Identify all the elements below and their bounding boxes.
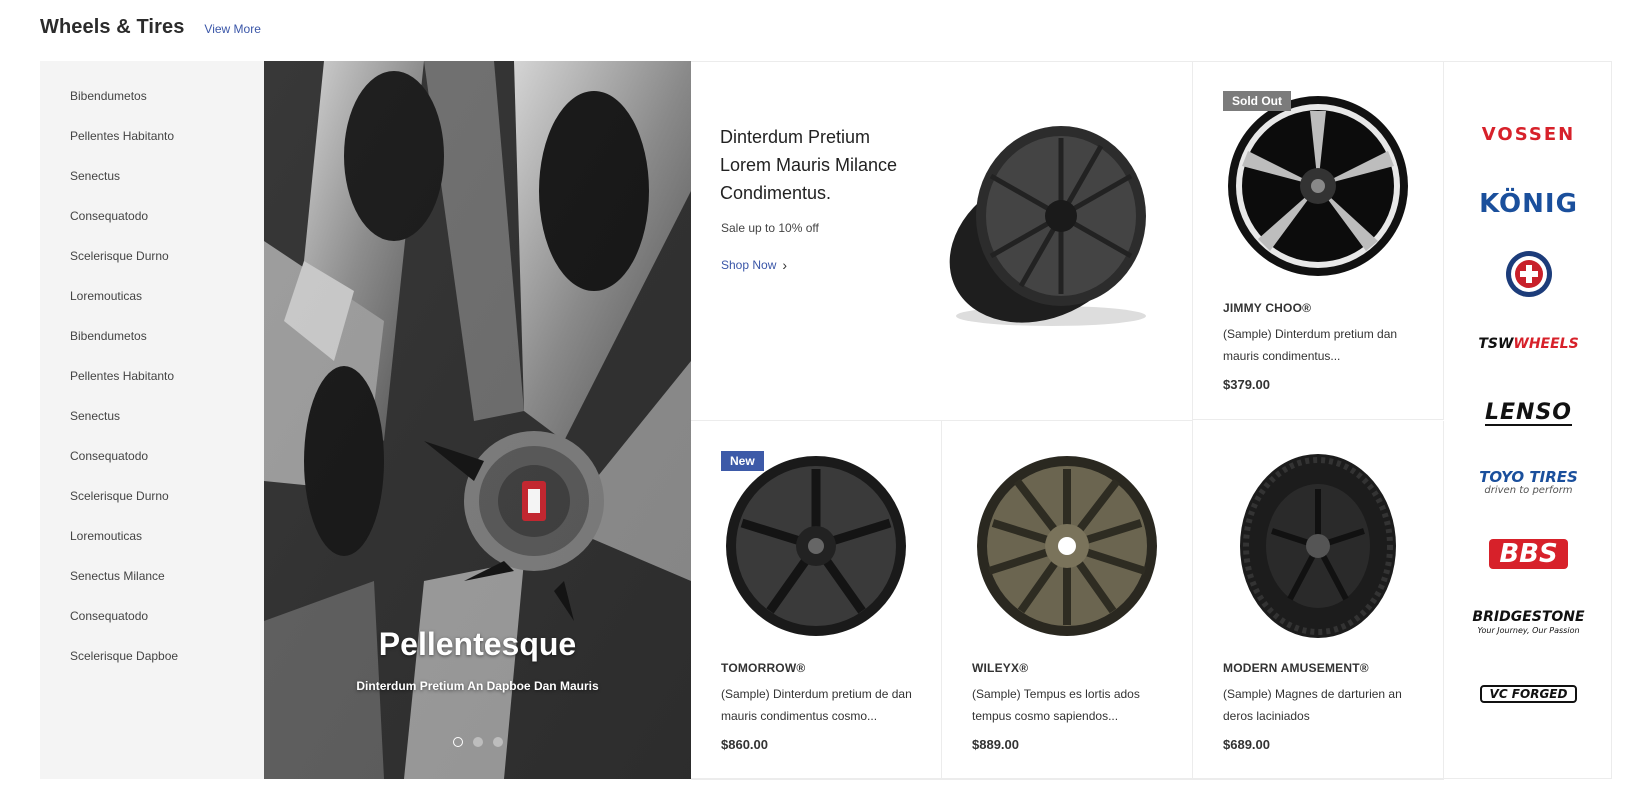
tsw-logo-text: TSWWHEELS (1478, 336, 1578, 352)
konig-logo[interactable]: KÖNIG (1459, 169, 1599, 239)
promo-banner: Dinterdum Pretium Lorem Mauris Milance C… (691, 61, 1193, 421)
promo-title: Dinterdum Pretium Lorem Mauris Milance C… (720, 127, 898, 203)
shop-now-label: Shop Now (721, 258, 777, 272)
bbs-logo-text: BBS (1489, 539, 1568, 569)
sidebar-item[interactable]: Scelerisque Durno (40, 481, 264, 521)
lenso-logo[interactable]: LENSO (1459, 379, 1599, 449)
tsw-logo[interactable]: TSWWHEELS (1459, 309, 1599, 379)
product-brand: TOMORROW® (721, 661, 806, 675)
sidebar-item[interactable]: Pellentes Habitanto (40, 121, 264, 161)
section-title: Wheels & Tires (40, 16, 185, 38)
new-badge: New (721, 451, 764, 471)
product-price: $379.00 (1223, 377, 1270, 392)
sidebar-item[interactable]: Senectus Milance (40, 561, 264, 601)
carousel-dots (264, 737, 691, 747)
bridgestone-logo-text: BRIDGESTONE Your Journey, Our Passion (1472, 609, 1585, 637)
sidebar-item[interactable]: Scelerisque Durno (40, 241, 264, 281)
vossen-logo-text: VOSSEN (1481, 123, 1576, 145)
sidebar-item[interactable]: Consequatodo (40, 441, 264, 481)
vossen-logo[interactable]: VOSSEN (1459, 99, 1599, 169)
promo-wheel-image (949, 126, 1146, 326)
carousel-dot[interactable] (492, 737, 503, 747)
hre-logo[interactable] (1459, 239, 1599, 309)
sidebar-item[interactable]: Scelerisque Dapboe (40, 641, 264, 681)
hero-wheel-image (264, 61, 691, 779)
konig-logo-text: KÖNIG (1479, 189, 1578, 219)
product-brand: WILEYX® (972, 661, 1029, 675)
category-sidebar: Bibendumetos Pellentes Habitanto Senectu… (40, 61, 264, 779)
toyo-logo-tagline: driven to perform (1484, 485, 1573, 496)
chevron-right-icon: › (782, 257, 788, 273)
view-more-link[interactable]: View More (204, 22, 260, 36)
lenso-logo-text: LENSO (1484, 400, 1572, 426)
carousel-dot[interactable] (452, 737, 463, 747)
product-brand: JIMMY CHOO® (1223, 301, 1312, 315)
hero-title: Pellentesque (378, 626, 577, 662)
toyo-tires-logo[interactable]: TOYO TIRES driven to perform (1459, 449, 1599, 519)
promo-subtitle: Sale up to 10% off (721, 221, 819, 235)
sidebar-item[interactable]: Loremouticas (40, 281, 264, 321)
section-header: Wheels & Tires View More (40, 16, 261, 46)
tsw-logo-mark: TSW (1478, 336, 1514, 352)
product-card[interactable]: WILEYX® (Sample) Tempus es lortis ados t… (942, 421, 1193, 780)
product-card[interactable]: New TOMORROW® (Sample) Dinterdum pretium… (691, 421, 942, 780)
sidebar-item[interactable]: Loremouticas (40, 521, 264, 561)
product-price: $860.00 (721, 737, 768, 752)
product-image (977, 456, 1157, 636)
sidebar-item[interactable]: Senectus (40, 161, 264, 201)
sidebar-item[interactable]: Pellentes Habitanto (40, 361, 264, 401)
carousel-dot[interactable] (472, 737, 483, 747)
hero-banner[interactable]: Pellentesque Dinterdum Pretium An Dapboe… (264, 61, 691, 779)
bridgestone-logo-name: BRIDGESTONE (1472, 609, 1585, 625)
product-description[interactable]: (Sample) Dinterdum pretium dan mauris co… (1223, 323, 1423, 367)
brand-logo-column: VOSSEN KÖNIG TSWWHEELS LENSO TOYO TIRES … (1445, 61, 1612, 779)
hero-subtitle: Dinterdum Pretium An Dapboe Dan Mauris (356, 679, 599, 693)
product-price: $689.00 (1223, 737, 1270, 752)
product-description[interactable]: (Sample) Magnes de darturien an deros la… (1223, 683, 1423, 727)
product-image (1228, 96, 1408, 276)
toyo-logo-text: TOYO TIRES driven to perform (1479, 470, 1578, 498)
tsw-logo-wheels: WHEELS (1513, 336, 1579, 352)
sidebar-item[interactable]: Bibendumetos (40, 321, 264, 361)
sold-out-badge: Sold Out (1223, 91, 1291, 111)
sidebar-item[interactable]: Senectus (40, 401, 264, 441)
bridgestone-logo-tagline: Your Journey, Our Passion (1477, 626, 1580, 635)
vc-forged-logo[interactable]: VC FORGED (1459, 659, 1599, 729)
product-card[interactable]: Sold Out JIMMY CHOO® (Sample) Dinterdum … (1193, 61, 1444, 420)
sidebar-item[interactable]: Bibendumetos (40, 81, 264, 121)
shop-now-link[interactable]: Shop Now › (721, 257, 787, 273)
hre-badge-icon (1505, 251, 1552, 297)
product-brand: MODERN AMUSEMENT® (1223, 661, 1369, 675)
product-image (726, 456, 906, 636)
product-card[interactable]: MODERN AMUSEMENT® (Sample) Magnes de dar… (1193, 421, 1444, 780)
bbs-logo[interactable]: BBS (1459, 519, 1599, 589)
sidebar-item[interactable]: Consequatodo (40, 601, 264, 641)
product-price: $889.00 (972, 737, 1019, 752)
vc-forged-logo-text: VC FORGED (1479, 685, 1578, 703)
product-image (1240, 454, 1396, 638)
bridgestone-logo[interactable]: BRIDGESTONE Your Journey, Our Passion (1459, 589, 1599, 659)
product-description[interactable]: (Sample) Tempus es lortis ados tempus co… (972, 683, 1172, 727)
sidebar-item[interactable]: Consequatodo (40, 201, 264, 241)
product-description[interactable]: (Sample) Dinterdum pretium de dan mauris… (721, 683, 921, 727)
